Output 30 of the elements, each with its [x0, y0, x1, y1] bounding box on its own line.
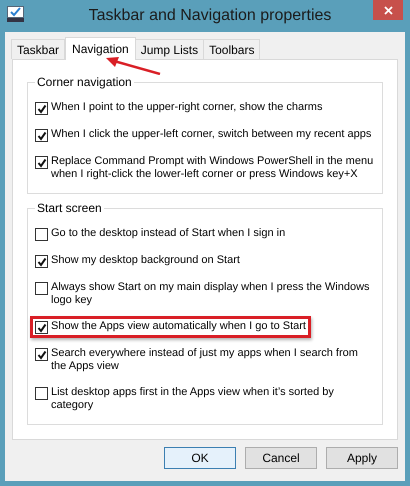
tab[interactable]: Toolbars [203, 39, 260, 59]
dialog-button[interactable]: OK [164, 447, 236, 469]
checkbox-label[interactable]: When I point to the upper-right corner, show the charms [51, 101, 322, 114]
checkbox[interactable] [35, 348, 48, 361]
dialog-button[interactable]: Apply [326, 447, 398, 469]
checkbox-label[interactable]: List desktop apps first in the Apps view when it’s sorted by category [51, 386, 375, 412]
group-title: Corner navigation [35, 75, 134, 90]
checkbox[interactable] [35, 129, 48, 142]
dialog-button[interactable]: Cancel [245, 447, 317, 469]
tab[interactable]: Jump Lists [134, 39, 204, 59]
checkbox[interactable] [35, 282, 48, 295]
close-button[interactable] [373, 0, 403, 20]
checkbox[interactable] [35, 387, 48, 400]
checkbox-label[interactable]: Go to the desktop instead of Start when I sign in [51, 227, 286, 240]
tab[interactable]: Navigation [65, 37, 136, 60]
checkbox-label[interactable]: Always show Start on my main display when I press the Windows logo key [51, 281, 375, 307]
checkbox-label[interactable]: Search everywhere instead of just my apps when I search from the Apps view [51, 347, 375, 373]
app-icon [7, 6, 24, 22]
checkbox[interactable] [35, 228, 48, 241]
checkbox-label[interactable]: Replace Command Prompt with Windows PowerShell in the menu when I right-click the lower-left corner or press Windows key+X [51, 155, 375, 181]
checkbox[interactable] [35, 102, 48, 115]
window-title: Taskbar and Navigation properties [88, 6, 332, 26]
checkbox[interactable] [35, 156, 48, 169]
close-icon [384, 6, 392, 14]
checkbox[interactable] [35, 321, 48, 334]
checkbox-label[interactable]: Show the Apps view automatically when I go to Start [51, 320, 306, 333]
checkbox-label[interactable]: When I click the upper-left corner, switch between my recent apps [51, 128, 372, 141]
checkbox-label[interactable]: Show my desktop background on Start [51, 254, 240, 267]
checkbox[interactable] [35, 255, 48, 268]
tab[interactable]: Taskbar [11, 39, 66, 59]
